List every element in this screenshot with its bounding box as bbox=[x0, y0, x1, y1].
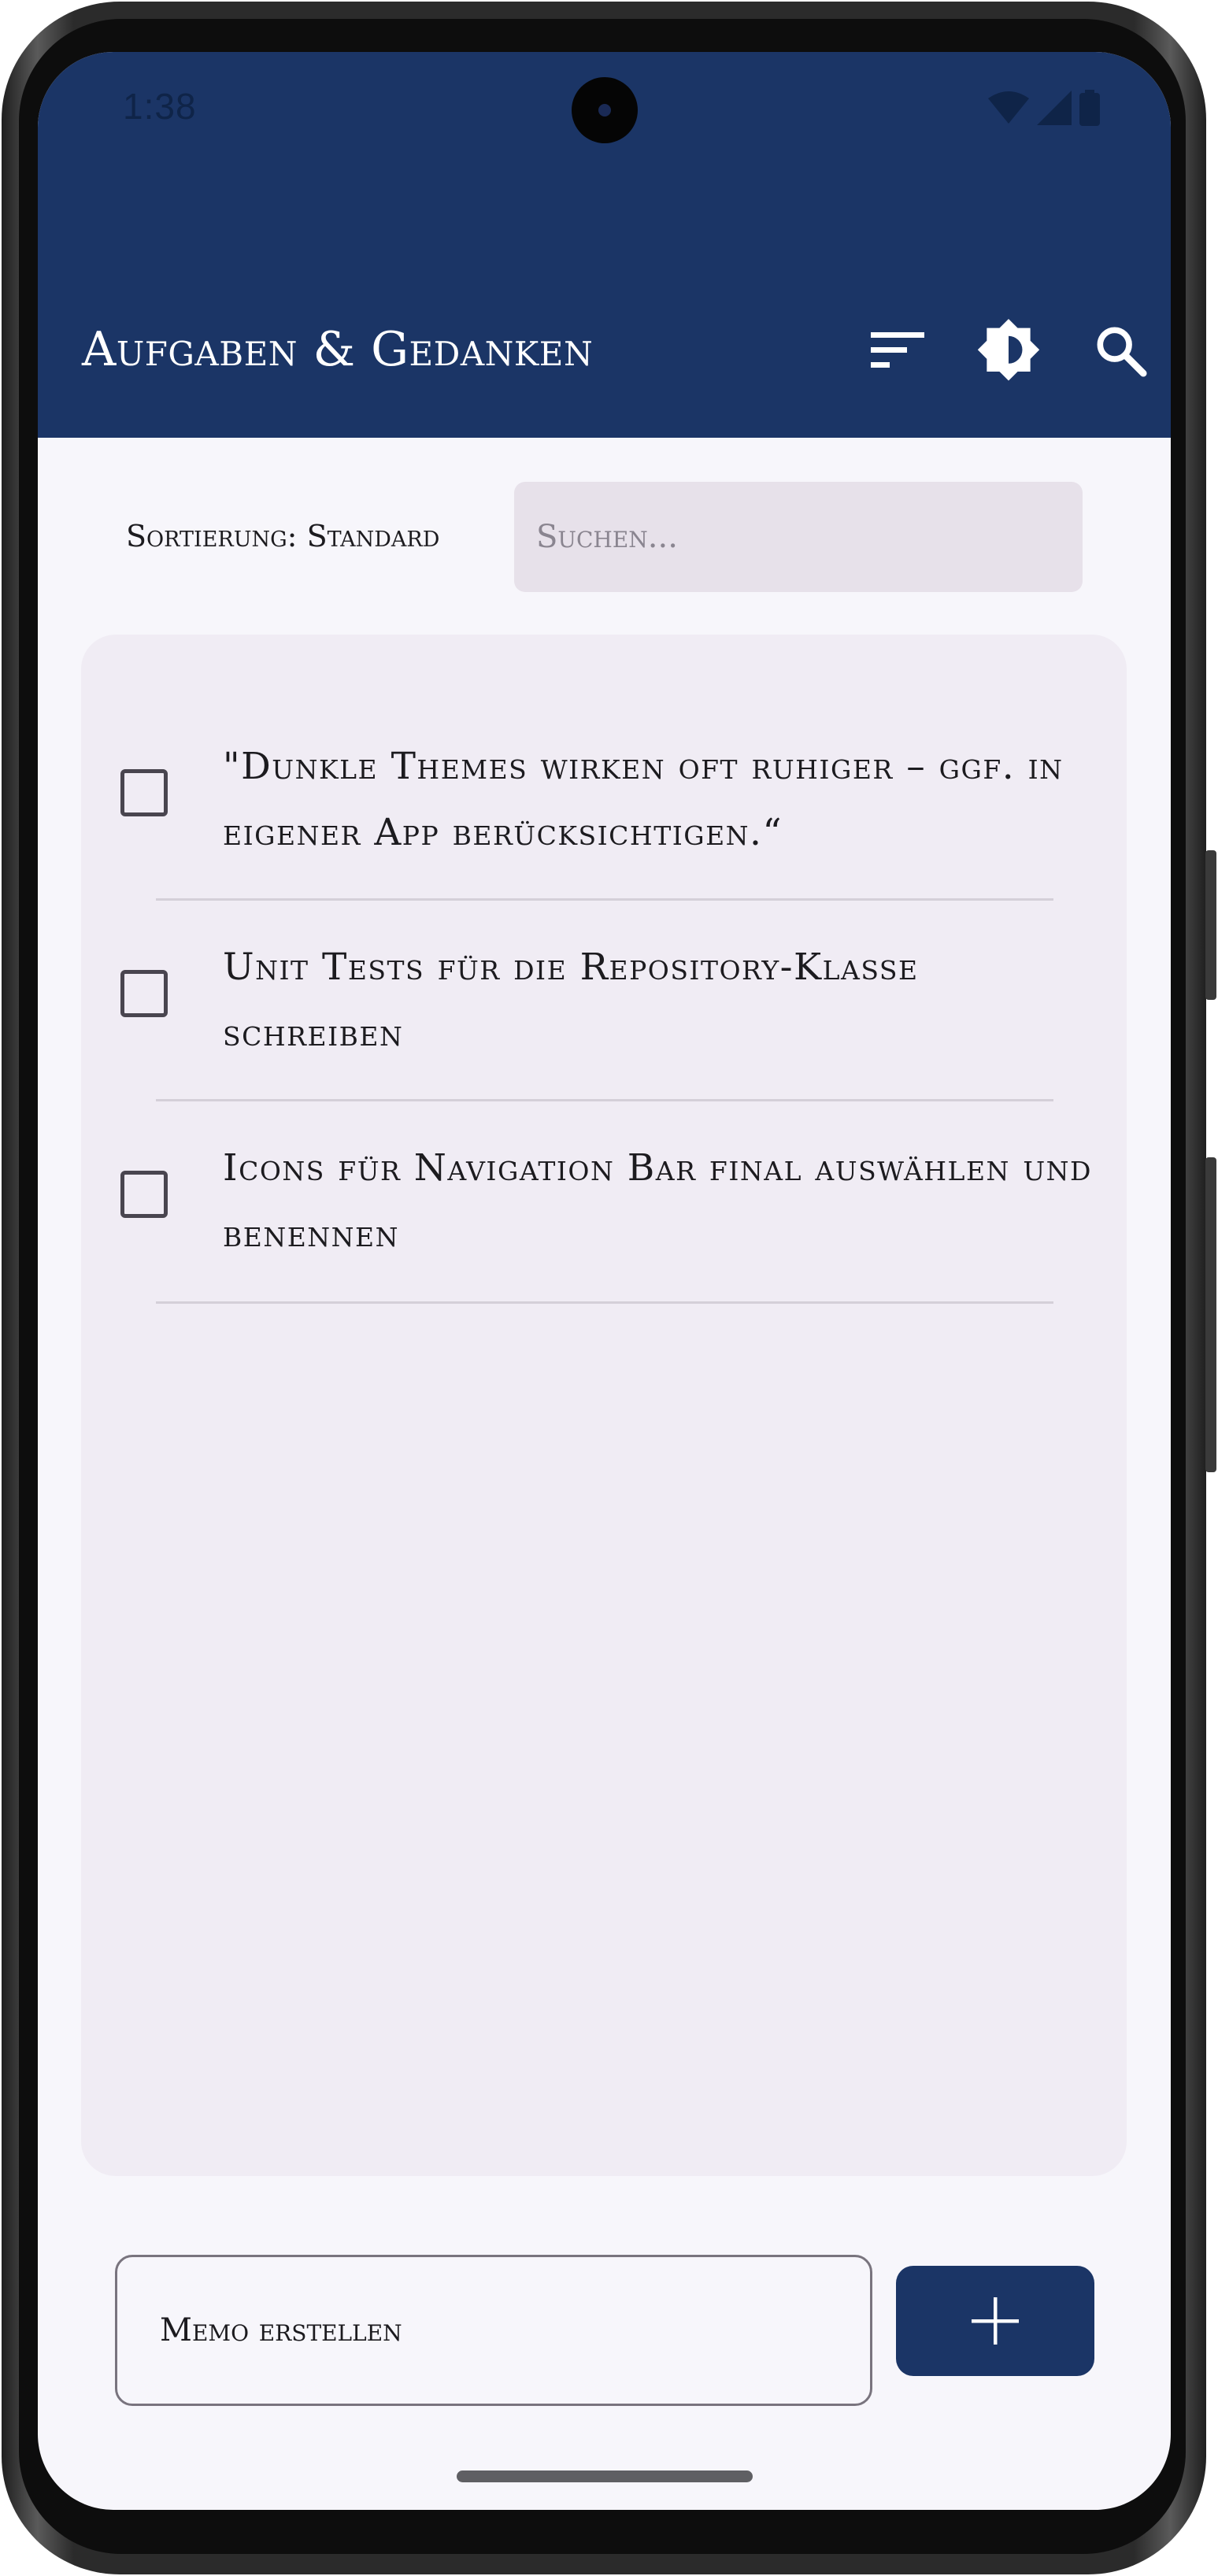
task-checkbox[interactable] bbox=[120, 970, 168, 1017]
search-icon[interactable] bbox=[1085, 315, 1156, 386]
add-memo-button[interactable] bbox=[896, 2266, 1094, 2376]
search-field[interactable] bbox=[514, 482, 1083, 592]
list-item[interactable]: Unit Tests für die Repository-Klasse sch… bbox=[81, 902, 1127, 1103]
divider bbox=[156, 1099, 1053, 1101]
divider bbox=[156, 898, 1053, 901]
task-text: "Dunkle Themes wirken oft ruhiger – ggf.… bbox=[223, 745, 1064, 854]
app-title: Aufgaben & Gedanken bbox=[82, 322, 594, 377]
status-time: 1:38 bbox=[123, 86, 197, 127]
task-checkbox[interactable] bbox=[120, 1171, 168, 1218]
task-text: Icons für Navigation Bar final auswählen… bbox=[223, 1146, 1093, 1256]
task-checkbox[interactable] bbox=[120, 769, 168, 816]
task-text: Unit Tests für die Repository-Klasse sch… bbox=[223, 946, 919, 1055]
memo-input[interactable] bbox=[117, 2257, 870, 2404]
plus-icon bbox=[972, 2297, 1019, 2345]
power-button bbox=[1205, 1157, 1216, 1472]
battery-icon bbox=[1079, 90, 1100, 126]
list-item[interactable]: Icons für Navigation Bar final auswählen… bbox=[81, 1103, 1127, 1304]
volume-button bbox=[1205, 850, 1216, 1000]
list-item[interactable]: "Dunkle Themes wirken oft ruhiger – ggf.… bbox=[81, 635, 1127, 854]
search-input[interactable] bbox=[514, 482, 1083, 592]
memo-field[interactable] bbox=[115, 2255, 872, 2406]
app-bar: 1:38 Aufgaben & Gedanken bbox=[38, 52, 1171, 438]
sort-label[interactable]: Sortierung: Standard bbox=[126, 519, 439, 553]
divider bbox=[156, 1301, 1053, 1304]
screen: 1:38 Aufgaben & Gedanken Sortierung: Sta… bbox=[38, 52, 1171, 2510]
status-icons bbox=[988, 90, 1100, 126]
sort-icon[interactable] bbox=[863, 315, 934, 386]
front-camera bbox=[572, 77, 638, 143]
wifi-icon bbox=[988, 91, 1029, 124]
home-indicator[interactable] bbox=[457, 2471, 753, 2482]
signal-icon bbox=[1037, 91, 1072, 125]
brightness-icon[interactable] bbox=[973, 315, 1044, 386]
task-list: "Dunkle Themes wirken oft ruhiger – ggf.… bbox=[81, 635, 1127, 2176]
